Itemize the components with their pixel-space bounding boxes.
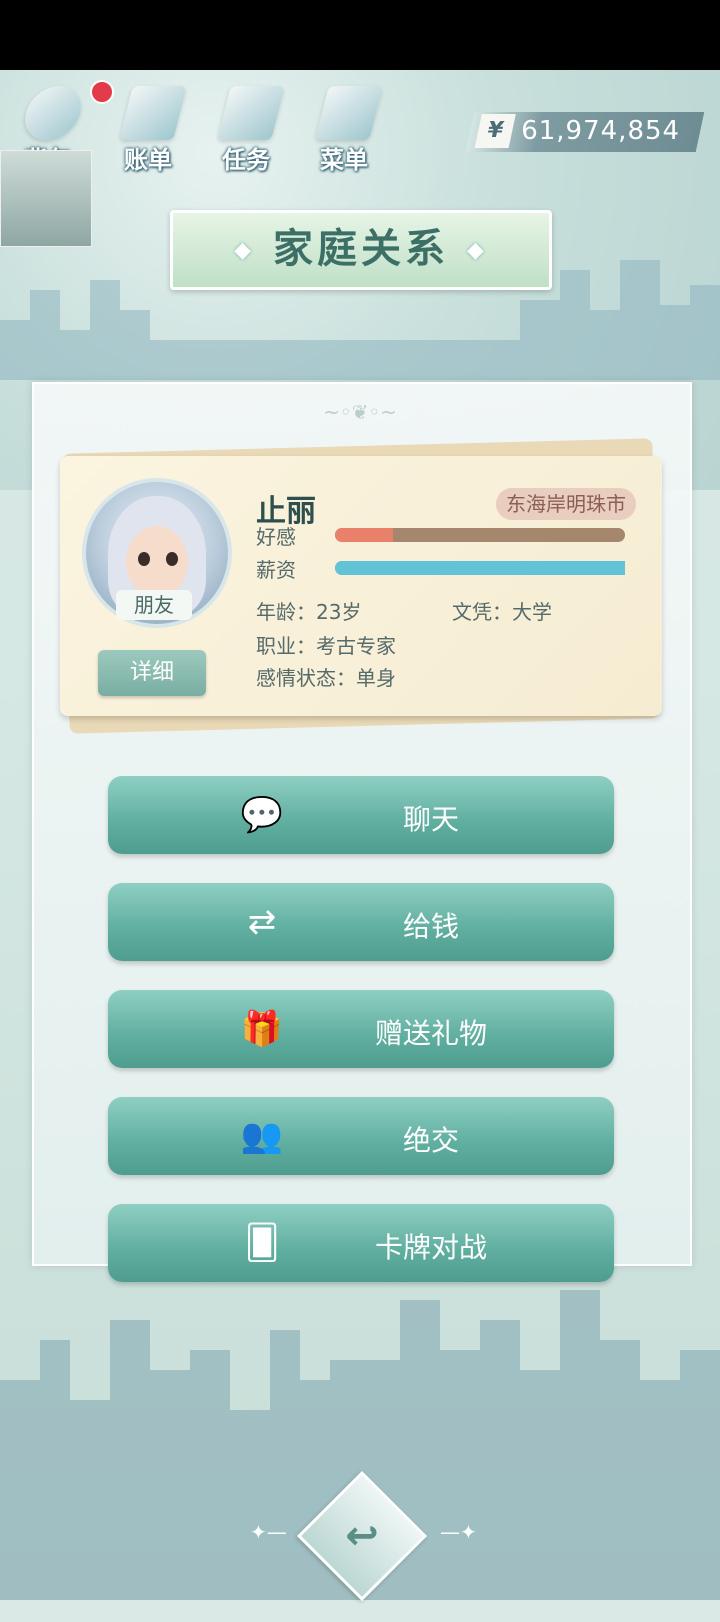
favor-label: 好感 (256, 525, 296, 549)
break-friendship-button[interactable]: 👥 绝交 (108, 1097, 614, 1175)
education-text: 文凭：大学 (452, 600, 552, 624)
page-title: 家庭关系 (273, 226, 449, 272)
yen-icon: ¥ (474, 114, 516, 148)
give-money-button-label: 给钱 (402, 910, 459, 943)
bag-icon (19, 86, 87, 140)
send-gift-button[interactable]: 🎁 赠送礼物 (108, 990, 614, 1068)
salary-bar (335, 561, 625, 575)
chat-button-label: 聊天 (402, 803, 459, 836)
bill-label: 账单 (124, 146, 172, 174)
salary-label: 薪资 (256, 558, 296, 582)
favor-bar (335, 528, 625, 542)
diamond-icon: ◆ (234, 238, 256, 263)
region-badge: 东海岸明珠市 (496, 488, 636, 520)
notification-badge (90, 80, 114, 104)
money-display: ¥ 61,974,854 (465, 112, 705, 152)
ornament-divider-icon: ~◦❦◦~ (323, 400, 397, 424)
player-avatar-thumbnail[interactable] (0, 150, 92, 247)
menu-icon (315, 86, 383, 140)
bill-icon (119, 86, 187, 140)
money-value: 61,974,854 (521, 116, 681, 146)
break-friendship-button-label: 绝交 (402, 1124, 459, 1157)
return-arrow-icon: ↩ (345, 1513, 379, 1559)
task-label: 任务 (222, 146, 270, 174)
salary-bar-fill (335, 561, 625, 575)
relation-badge: 朋友 (116, 590, 192, 620)
age-text: 年龄：23岁 (256, 600, 362, 624)
status-bar (0, 0, 720, 70)
chat-button[interactable]: 💬 聊天 (108, 776, 614, 854)
menu-button[interactable]: 菜单 (304, 80, 384, 180)
relationship-status-text: 感情状态：单身 (256, 666, 396, 690)
job-text: 职业：考古专家 (256, 634, 396, 658)
page-title-banner: ◆ 家庭关系 ◆ (170, 210, 552, 290)
diamond-icon: ◆ (466, 238, 488, 263)
portrait-face (126, 526, 188, 598)
portrait-eye (138, 552, 150, 566)
task-button[interactable]: 任务 (206, 80, 286, 180)
detail-button[interactable]: 详细 (98, 650, 206, 696)
give-money-button[interactable]: ⇄ 给钱 (108, 883, 614, 961)
favor-bar-fill (335, 528, 393, 542)
bill-button[interactable]: 账单 (108, 80, 188, 180)
sparkle-deco-icon: —✦ (440, 1520, 477, 1544)
task-icon (217, 86, 285, 140)
menu-label: 菜单 (320, 146, 368, 174)
sparkle-deco-icon: ✦— (250, 1520, 287, 1544)
portrait-eye (166, 552, 178, 566)
send-gift-button-label: 赠送礼物 (374, 1017, 487, 1050)
